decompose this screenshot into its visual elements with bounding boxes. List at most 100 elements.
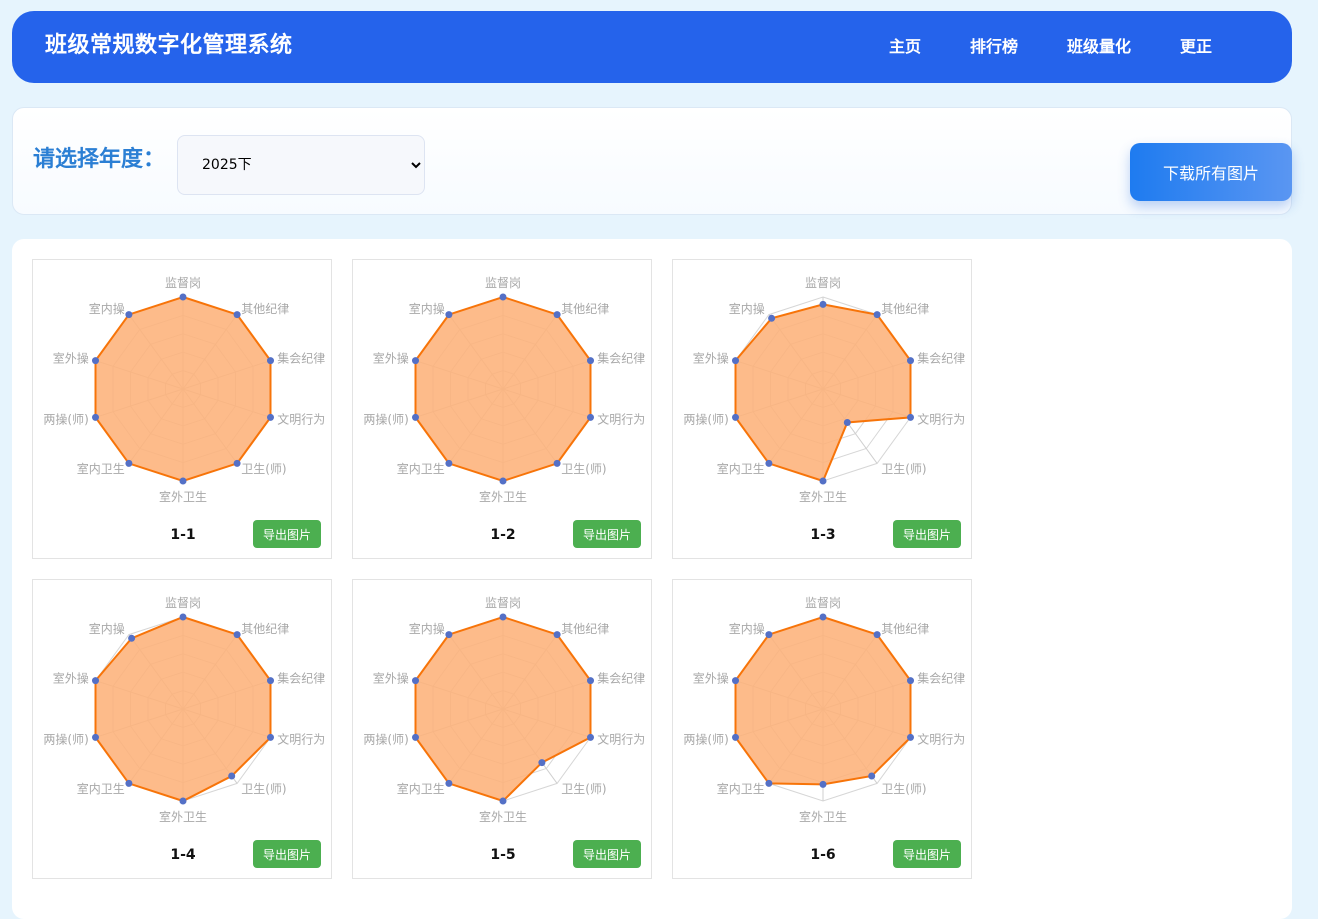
radar-indicator-label: 两操(师) — [363, 412, 408, 427]
radar-data-point — [267, 357, 274, 365]
radar-data-point — [179, 293, 187, 301]
radar-data-point — [768, 314, 776, 322]
radar-indicator-label: 室外操 — [693, 350, 729, 365]
radar-data-point — [125, 779, 133, 787]
radar-data-point — [499, 477, 507, 485]
radar-indicator-label: 文明行为 — [917, 732, 965, 747]
radar-indicator-label: 卫生(师) — [561, 782, 606, 796]
radar-indicator-label: 两操(师) — [43, 412, 88, 427]
radar-indicator-label: 室内卫生 — [77, 781, 125, 796]
radar-indicator-label: 室内卫生 — [77, 461, 125, 476]
radar-data-point — [445, 631, 453, 639]
radar-data-point — [732, 413, 739, 421]
radar-card: 监督岗 其他纪律 集会纪律 文明行为 卫生(师) 室外卫生 室内卫生 两操(师) 室外操 室内操 1… — [32, 259, 332, 559]
nav-class-quantification[interactable]: 班级量化 — [1067, 36, 1131, 58]
radar-data-point — [732, 677, 739, 685]
download-all-button[interactable]: 下载所有图片 — [1130, 143, 1292, 201]
top-navbar: 班级常规数字化管理系统 主页 排行榜 班级量化 更正 — [12, 11, 1292, 83]
radar-indicator-label: 室内操 — [409, 621, 445, 636]
radar-indicator-label: 文明行为 — [597, 732, 645, 747]
radar-indicator-label: 室内操 — [729, 301, 765, 316]
radar-card: 监督岗 其他纪律 集会纪律 文明行为 卫生(师) 室外卫生 室内卫生 两操(师) 室外操 室内操 1… — [352, 579, 652, 879]
radar-data-point — [587, 733, 594, 741]
radar-card: 监督岗 其他纪律 集会纪律 文明行为 卫生(师) 室外卫生 室内卫生 两操(师) 室外操 室内操 1… — [352, 259, 652, 559]
radar-data-point — [179, 477, 187, 485]
radar-data-point — [445, 779, 453, 787]
radar-data-point — [92, 677, 99, 685]
radar-indicator-label: 卫生(师) — [241, 462, 286, 476]
radar-data-point — [125, 311, 133, 319]
radar-indicator-label: 其他纪律 — [561, 622, 609, 636]
radar-data-point — [819, 300, 827, 308]
radar-data-point — [412, 677, 419, 685]
radar-data-point — [499, 613, 507, 621]
radar-data-point — [868, 772, 876, 780]
radar-data-point — [267, 413, 274, 421]
radar-indicator-label: 监督岗 — [485, 275, 521, 290]
radar-data-point — [907, 733, 914, 741]
radar-data-point — [587, 357, 594, 365]
export-image-button[interactable]: 导出图片 — [253, 520, 321, 548]
radar-indicator-label: 室内操 — [729, 621, 765, 636]
radar-data-point — [92, 733, 99, 741]
nav-correction[interactable]: 更正 — [1180, 36, 1212, 58]
radar-data-point — [92, 413, 99, 421]
radar-indicator-label: 集会纪律 — [917, 350, 965, 365]
radar-indicator-label: 其他纪律 — [241, 622, 289, 636]
export-image-button[interactable]: 导出图片 — [893, 520, 961, 548]
class-name-label: 1-5 — [490, 847, 516, 863]
radar-indicator-label: 其他纪律 — [881, 622, 929, 636]
radar-series-area — [734, 303, 912, 483]
radar-data-point — [765, 459, 773, 467]
radar-indicator-label: 两操(师) — [683, 732, 728, 747]
nav-ranking[interactable]: 排行榜 — [970, 36, 1018, 58]
filter-panel: 请选择年度： 2025下 下载所有图片 — [12, 107, 1292, 215]
nav-home[interactable]: 主页 — [889, 36, 921, 58]
radar-chart: 监督岗其他纪律集会纪律文明行为卫生(师) 室外卫生 室内卫生 两操(师) 室外操 室内操 — [683, 275, 965, 504]
radar-data-point — [267, 733, 274, 741]
radar-indicator-label: 两操(师) — [43, 732, 88, 747]
radar-data-point — [412, 733, 419, 741]
radar-data-point — [233, 311, 241, 319]
radar-card: 监督岗 其他纪律 集会纪律 文明行为 卫生(师) 室外卫生 室内卫生 两操(师) 室外操 室内操 1… — [672, 579, 972, 879]
radar-indicator-label: 文明行为 — [597, 412, 645, 427]
radar-data-point — [499, 797, 507, 805]
radar-indicator-label: 室内卫生 — [397, 461, 445, 476]
radar-indicator-label: 室外卫生 — [479, 809, 527, 824]
radar-indicator-label: 集会纪律 — [277, 670, 325, 685]
radar-data-point — [445, 311, 453, 319]
radar-indicator-label: 监督岗 — [165, 595, 201, 610]
radar-data-point — [843, 419, 851, 426]
radar-indicator-label: 集会纪律 — [597, 350, 645, 365]
radar-data-point — [765, 779, 773, 787]
radar-indicator-label: 监督岗 — [485, 595, 521, 610]
radar-data-point — [819, 613, 827, 621]
radar-data-point — [732, 733, 739, 741]
radar-data-point — [128, 634, 136, 642]
year-select[interactable]: 2025下 — [177, 135, 425, 195]
radar-indicator-label: 室外操 — [693, 670, 729, 685]
radar-data-point — [233, 459, 241, 467]
export-image-button[interactable]: 导出图片 — [573, 840, 641, 868]
export-image-button[interactable]: 导出图片 — [573, 520, 641, 548]
radar-series-area — [734, 615, 912, 786]
radar-indicator-label: 监督岗 — [805, 275, 841, 290]
radar-indicator-label: 集会纪律 — [917, 670, 965, 685]
radar-data-point — [553, 631, 561, 639]
class-name-label: 1-2 — [490, 527, 516, 543]
radar-indicator-label: 文明行为 — [277, 412, 325, 427]
radar-indicator-label: 室内操 — [409, 301, 445, 316]
export-image-button[interactable]: 导出图片 — [893, 840, 961, 868]
radar-data-point — [228, 772, 236, 780]
radar-indicator-label: 室外卫生 — [159, 489, 207, 504]
export-image-button[interactable]: 导出图片 — [253, 840, 321, 868]
radar-series-area — [94, 295, 272, 483]
radar-indicator-label: 室内卫生 — [717, 781, 765, 796]
app-title: 班级常规数字化管理系统 — [45, 33, 293, 58]
radar-indicator-label: 室外操 — [53, 350, 89, 365]
radar-indicator-label: 卫生(师) — [241, 782, 286, 796]
radar-data-point — [412, 357, 419, 365]
radar-indicator-label: 室内操 — [89, 301, 125, 316]
radar-data-point — [819, 780, 827, 788]
radar-indicator-label: 卫生(师) — [881, 462, 926, 476]
